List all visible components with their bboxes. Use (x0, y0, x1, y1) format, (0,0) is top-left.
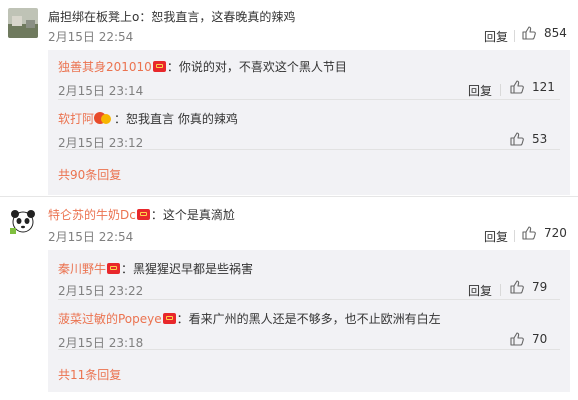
like-count: 53 (532, 132, 548, 146)
more-replies-link[interactable]: 共11条回复 (58, 366, 121, 383)
comment-username[interactable]: 扁担绑在板凳上o (48, 10, 139, 24)
like-button[interactable]: 720 (522, 226, 567, 240)
avatar[interactable] (8, 206, 38, 236)
comment-thread: 扁担绑在板凳上o：恕我直言，这春晚真的辣鸡 2月15日 22:54 回复 854… (0, 0, 578, 195)
comment-line: 扁担绑在板凳上o：恕我直言，这春晚真的辣鸡 (48, 8, 295, 25)
comment-username[interactable]: 特仑苏的牛奶Dc (48, 208, 136, 222)
panda-cartoon-avatar-icon (8, 206, 38, 236)
like-count: 720 (544, 226, 567, 240)
reply-item: 独善其身201010 ：你说的对，不喜欢这个黑人节目 2月15日 23:14 回复… (48, 50, 570, 100)
reply-list: 秦川野牛 ：黑猩猩迟早都是些祸害 2月15日 23:22 回复 79 菠菜过敏的P… (48, 250, 570, 392)
landscape-photo-avatar-icon (8, 8, 38, 38)
colon: ： (176, 312, 189, 326)
like-count: 70 (532, 332, 548, 346)
reply-text: 看来广州的黑人还是不够多，也不止欧洲有白左 (188, 312, 441, 326)
reply-list: 独善其身201010 ：你说的对，不喜欢这个黑人节目 2月15日 23:14 回复… (48, 50, 570, 195)
colon: ： (114, 112, 127, 126)
divider (58, 149, 560, 150)
reply-text: 恕我直言 你真的辣鸡 (126, 112, 238, 126)
vip-badge-icon[interactable] (152, 61, 166, 72)
thumbs-up-icon (510, 332, 524, 346)
divider (0, 196, 578, 197)
thumbs-up-icon (510, 132, 524, 146)
colon: ： (166, 60, 179, 74)
divider (514, 30, 515, 42)
reply-time: 2月15日 23:14 (58, 84, 144, 98)
comment-text: 这个是真滴尬 (162, 208, 235, 222)
colon: ： (121, 262, 134, 276)
like-button[interactable]: 79 (510, 280, 547, 294)
comment-line: 特仑苏的牛奶Dc ：这个是真滴尬 (48, 206, 235, 223)
like-count: 79 (532, 280, 548, 294)
reply-line: 秦川野牛 ：黑猩猩迟早都是些祸害 (58, 260, 253, 277)
like-button[interactable]: 854 (522, 26, 567, 40)
reply-line: 软打阿 ：恕我直言 你真的辣鸡 (58, 110, 238, 127)
comment-text: 恕我直言，这春晚真的辣鸡 (151, 10, 296, 24)
reply-username[interactable]: 菠菜过敏的Popeye (58, 312, 162, 326)
reply-text: 你说的对，不喜欢这个黑人节目 (178, 60, 347, 74)
divider (500, 284, 501, 296)
like-button[interactable]: 70 (510, 332, 547, 346)
thumbs-up-icon (510, 280, 524, 294)
like-count: 121 (532, 80, 555, 94)
more-replies-link[interactable]: 共90条回复 (58, 166, 121, 183)
thumbs-up-icon (510, 80, 524, 94)
reply-time: 2月15日 23:22 (58, 284, 144, 298)
like-button[interactable]: 121 (510, 80, 555, 94)
thumbs-up-icon (522, 226, 536, 240)
divider (500, 84, 501, 96)
vip-badge-icon[interactable] (162, 313, 176, 324)
colon: ： (150, 208, 163, 222)
vip-badge-icon[interactable] (136, 209, 150, 220)
reply-item: 菠菜过敏的Popeye ：看来广州的黑人还是不够多，也不止欧洲有白左 2月15日 … (48, 300, 570, 350)
colon: ： (139, 10, 152, 24)
divider (514, 230, 515, 242)
club-badge-icon[interactable] (94, 112, 112, 125)
comment-thread: 特仑苏的牛奶Dc ：这个是真滴尬 2月15日 22:54 回复 720 秦川野牛：… (0, 200, 578, 400)
reply-line: 独善其身201010 ：你说的对，不喜欢这个黑人节目 (58, 58, 347, 75)
reply-username[interactable]: 软打阿 (58, 112, 94, 126)
comment-time: 2月15日 22:54 (48, 30, 134, 44)
reply-username[interactable]: 独善其身201010 (58, 60, 152, 74)
avatar[interactable] (8, 8, 38, 38)
comment-time: 2月15日 22:54 (48, 230, 134, 244)
vip-badge-icon[interactable] (107, 263, 121, 274)
divider (58, 349, 560, 350)
reply-username[interactable]: 秦川野牛 (58, 262, 106, 276)
reply-item: 软打阿 ：恕我直言 你真的辣鸡 2月15日 23:12 53 (48, 100, 570, 150)
like-button[interactable]: 53 (510, 132, 547, 146)
reply-line: 菠菜过敏的Popeye ：看来广州的黑人还是不够多，也不止欧洲有白左 (58, 310, 441, 327)
like-count: 854 (544, 26, 567, 40)
reply-item: 秦川野牛 ：黑猩猩迟早都是些祸害 2月15日 23:22 回复 79 (48, 250, 570, 300)
reply-text: 黑猩猩迟早都是些祸害 (133, 262, 254, 276)
thumbs-up-icon (522, 26, 536, 40)
